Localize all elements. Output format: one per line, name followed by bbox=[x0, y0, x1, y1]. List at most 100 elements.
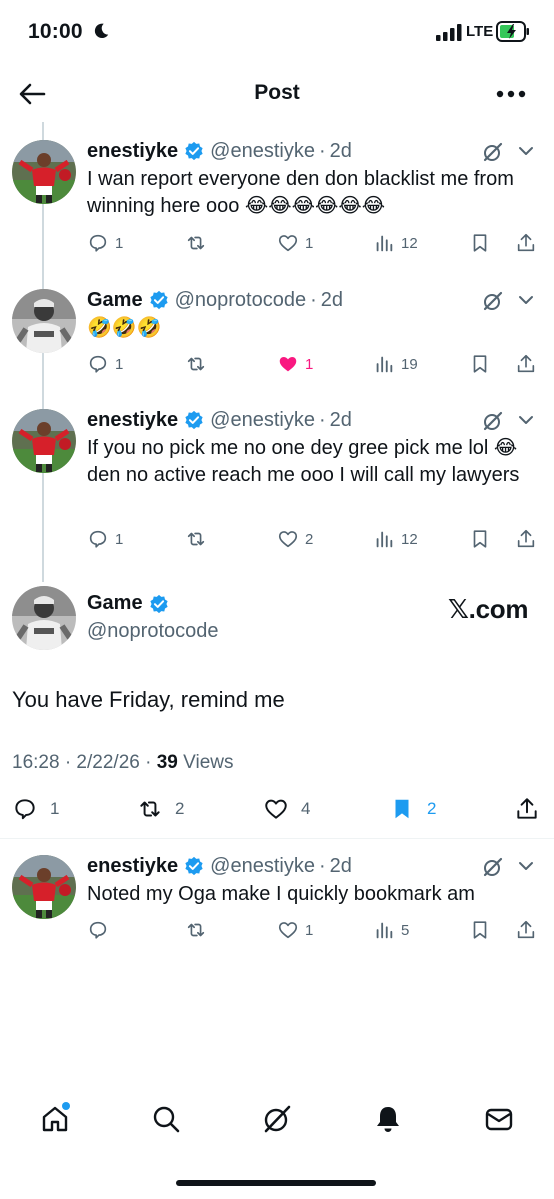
chevron-down-icon[interactable] bbox=[518, 415, 534, 425]
repost-icon bbox=[187, 532, 205, 546]
reply-icon bbox=[89, 530, 107, 548]
like-count: 4 bbox=[301, 799, 311, 818]
tab-messages[interactable] bbox=[484, 1104, 514, 1134]
verified-badge-icon bbox=[149, 594, 168, 613]
author-name[interactable]: Game bbox=[87, 592, 143, 615]
author-handle[interactable]: @noprotocode bbox=[175, 289, 307, 312]
bookmark-button[interactable] bbox=[469, 919, 491, 941]
share-icon bbox=[517, 798, 537, 819]
like-count: 1 bbox=[305, 234, 314, 252]
share-icon bbox=[517, 920, 535, 939]
author-name[interactable]: enestiyke bbox=[87, 140, 178, 163]
main-action-bar: 1 2 4 2 bbox=[0, 796, 554, 826]
tab-search[interactable] bbox=[151, 1104, 181, 1134]
views-button[interactable]: 12 bbox=[373, 232, 418, 254]
repost-button[interactable]: 2 bbox=[137, 796, 184, 822]
share-button[interactable] bbox=[515, 353, 537, 375]
reply-button[interactable] bbox=[87, 919, 115, 941]
bookmark-button[interactable] bbox=[469, 232, 491, 254]
like-count: 1 bbox=[305, 355, 314, 373]
views-button[interactable]: 12 bbox=[373, 528, 418, 550]
bookmark-button[interactable] bbox=[469, 353, 491, 375]
repost-button[interactable] bbox=[185, 232, 213, 254]
avatar[interactable] bbox=[12, 140, 76, 204]
like-button[interactable]: 2 bbox=[277, 528, 313, 550]
heart-icon bbox=[265, 799, 287, 819]
chevron-down-icon[interactable] bbox=[518, 146, 534, 156]
views-count: 39 bbox=[156, 752, 178, 773]
verified-badge-icon bbox=[185, 856, 203, 876]
like-button[interactable]: 1 bbox=[277, 919, 313, 941]
post-timestamp: 16:28 · 2/22/26 · bbox=[12, 752, 157, 773]
bookmark-count: 2 bbox=[427, 799, 437, 818]
avatar[interactable] bbox=[12, 409, 76, 473]
post-text: Noted my Oga make I quickly bookmark am bbox=[87, 883, 475, 905]
chevron-down-icon[interactable] bbox=[518, 861, 534, 871]
chevron-down-icon[interactable] bbox=[518, 295, 534, 305]
like-button[interactable]: 4 bbox=[263, 796, 310, 822]
author-name-row[interactable]: Game bbox=[87, 592, 175, 615]
repost-icon bbox=[187, 236, 205, 250]
status-bar: 10:00 LTE bbox=[0, 0, 554, 64]
separator-dot: · bbox=[310, 288, 317, 311]
bookmark-button[interactable] bbox=[469, 528, 491, 550]
repost-button[interactable] bbox=[185, 919, 213, 941]
network-type: LTE bbox=[466, 23, 494, 40]
like-button[interactable]: 1 bbox=[277, 232, 313, 254]
author-handle[interactable]: @enestiyke bbox=[210, 855, 315, 878]
avatar[interactable] bbox=[12, 855, 76, 919]
reply-count: 1 bbox=[115, 234, 124, 252]
tab-notifications[interactable] bbox=[373, 1104, 403, 1134]
more-options-icon[interactable] bbox=[496, 90, 526, 98]
reply-button[interactable]: 1 bbox=[12, 796, 59, 822]
bookmark-button[interactable]: 2 bbox=[389, 796, 436, 822]
post-text: You have Friday, remind me bbox=[12, 687, 285, 712]
share-button[interactable] bbox=[515, 232, 537, 254]
author-handle[interactable]: @enestiyke bbox=[210, 140, 315, 163]
author-name[interactable]: enestiyke bbox=[87, 855, 178, 878]
home-notification-dot bbox=[62, 1102, 70, 1110]
share-button[interactable] bbox=[514, 796, 540, 822]
reply-button[interactable]: 1 bbox=[87, 353, 123, 375]
views-icon bbox=[376, 356, 393, 373]
action-bar: 1 1 19 bbox=[87, 353, 547, 377]
view-count: 12 bbox=[401, 530, 418, 548]
bookmark-icon bbox=[473, 355, 487, 373]
action-bar: 1 2 12 bbox=[87, 528, 547, 552]
grok-icon[interactable] bbox=[482, 410, 504, 432]
home-indicator[interactable] bbox=[176, 1180, 376, 1186]
x-watermark: 𝕏.com bbox=[448, 594, 529, 624]
separator-dot: · bbox=[318, 139, 326, 162]
repost-button[interactable] bbox=[185, 528, 213, 550]
top-header: Post bbox=[0, 64, 554, 124]
repost-button[interactable] bbox=[185, 353, 213, 375]
views-button[interactable]: 5 bbox=[373, 919, 409, 941]
author-handle[interactable]: @noprotocode bbox=[87, 620, 219, 643]
author-name[interactable]: enestiyke bbox=[87, 409, 178, 432]
grok-icon[interactable] bbox=[482, 290, 504, 312]
author-name[interactable]: Game bbox=[87, 289, 143, 312]
views-icon bbox=[376, 531, 393, 548]
view-count: 5 bbox=[401, 921, 410, 939]
grok-icon[interactable] bbox=[482, 141, 504, 163]
reply-button[interactable]: 1 bbox=[87, 528, 123, 550]
reply-button[interactable]: 1 bbox=[87, 232, 123, 254]
page-title: Post bbox=[254, 81, 300, 104]
reply-icon bbox=[15, 799, 35, 820]
views-button[interactable]: 19 bbox=[373, 353, 418, 375]
grok-icon[interactable] bbox=[482, 856, 504, 878]
verified-badge-icon bbox=[185, 141, 203, 161]
avatar[interactable] bbox=[12, 586, 76, 650]
share-button[interactable] bbox=[515, 528, 537, 550]
like-button[interactable]: 1 bbox=[277, 353, 313, 375]
share-button[interactable] bbox=[515, 919, 537, 941]
tab-grok[interactable] bbox=[262, 1104, 292, 1134]
separator-dot: · bbox=[318, 408, 326, 431]
author-handle[interactable]: @enestiyke bbox=[210, 409, 315, 432]
repost-icon bbox=[140, 801, 160, 817]
reply-icon bbox=[89, 234, 107, 252]
repost-count: 2 bbox=[175, 799, 185, 818]
post-text: I wan report everyone den don blacklist … bbox=[87, 168, 514, 217]
reply-count: 1 bbox=[115, 355, 124, 373]
avatar[interactable] bbox=[12, 289, 76, 353]
